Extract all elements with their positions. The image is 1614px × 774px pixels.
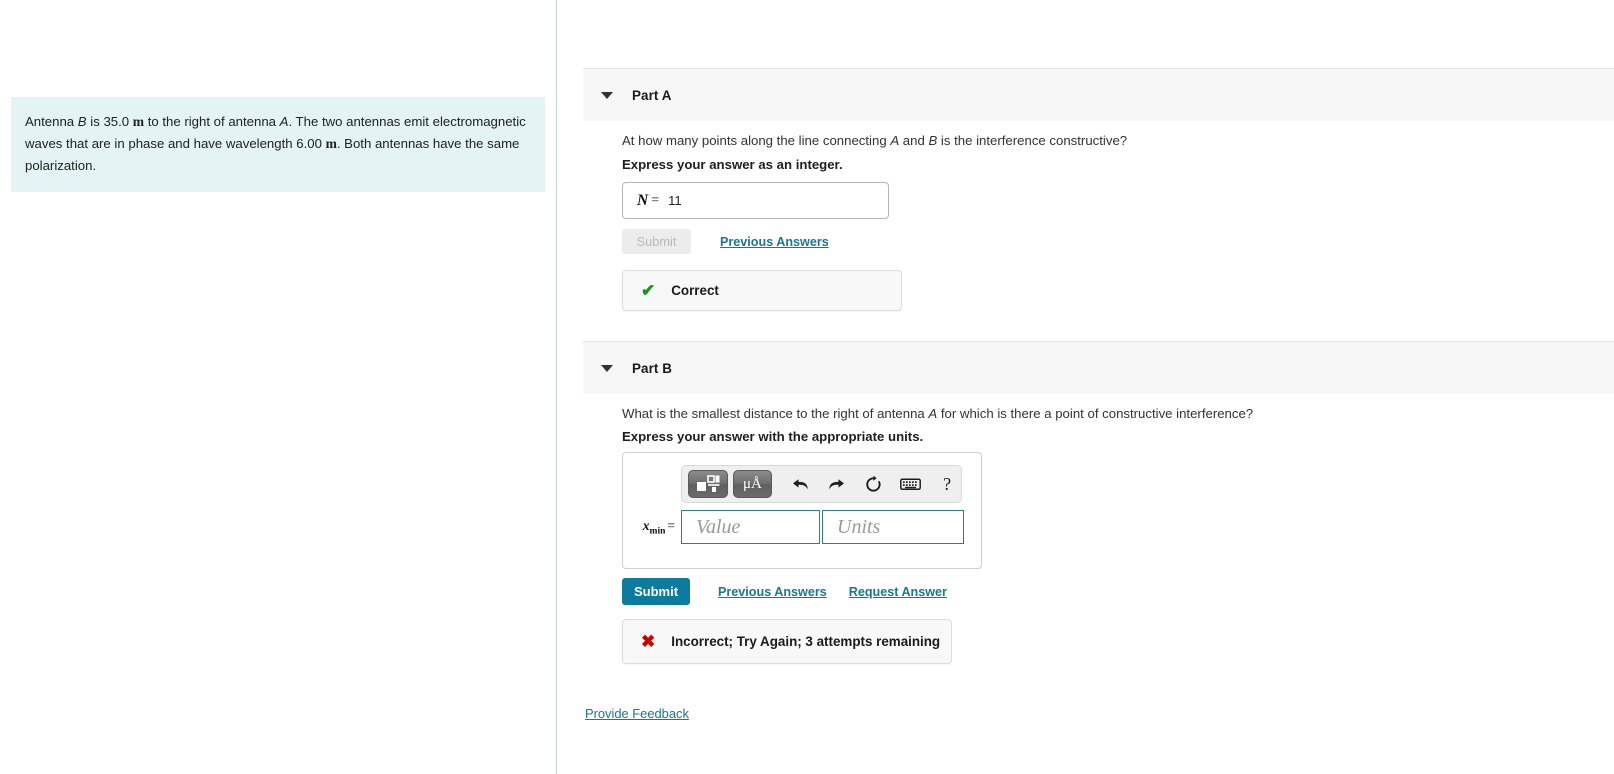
problem-statement-box: Antenna B is 35.0 m to the right of ante…: [11, 97, 545, 193]
part-b-feedback-incorrect: ✖ Incorrect; Try Again; 3 attempts remai…: [622, 619, 952, 664]
part-a-answer-input[interactable]: N = 11: [622, 182, 889, 219]
help-question-icon[interactable]: ?: [933, 471, 961, 497]
part-a-header[interactable]: Part A: [583, 68, 1614, 121]
part-a-answer-value: 11: [668, 193, 682, 208]
problem-text-1: Antenna: [25, 114, 78, 129]
reset-circular-arrow-icon[interactable]: [860, 471, 888, 497]
part-b-request-answer-link[interactable]: Request Answer: [849, 585, 947, 599]
part-b-feedback-text: Incorrect; Try Again; 3 attempts remaini…: [671, 634, 941, 649]
caret-down-icon[interactable]: [601, 91, 613, 99]
part-b-variable-label: xmin =: [623, 518, 681, 537]
part-b-submit-button[interactable]: Submit: [622, 578, 690, 605]
units-placeholder: Units: [837, 515, 881, 538]
cross-icon: ✖: [641, 632, 656, 651]
provide-feedback-link[interactable]: Provide Feedback: [585, 706, 689, 721]
problem-sidebar: Antenna B is 35.0 m to the right of ante…: [0, 0, 557, 774]
math-toolbar: μÅ ?: [681, 465, 962, 503]
undo-arrow-icon[interactable]: [786, 471, 814, 497]
answer-fields-row: xmin = Value Units: [623, 510, 981, 544]
antenna-b-label: B: [77, 114, 87, 129]
part-a-question: At how many points along the line connec…: [622, 133, 1128, 148]
units-input[interactable]: Units: [822, 510, 964, 544]
part-b-title: Part B: [632, 360, 673, 376]
part-a-feedback-correct: ✔ Correct: [622, 270, 902, 311]
part-b-question: What is the smallest distance to the rig…: [622, 406, 1254, 421]
part-b-button-row: Submit Previous Answers Request Answer: [622, 578, 947, 605]
part-b-header[interactable]: Part B: [583, 341, 1614, 394]
units-micro-angstrom-button[interactable]: μÅ: [732, 470, 773, 498]
part-a-submit-button[interactable]: Submit: [622, 229, 691, 254]
part-b-equals-sign: =: [667, 517, 675, 533]
part-a-feedback-text: Correct: [671, 283, 719, 298]
template-icon[interactable]: [688, 470, 728, 498]
caret-down-icon[interactable]: [601, 364, 613, 372]
keyboard-icon[interactable]: [896, 471, 924, 497]
part-a-title: Part A: [632, 87, 672, 103]
part-b-instruction: Express your answer with the appropriate…: [622, 429, 924, 444]
variable-x: x: [642, 517, 650, 533]
check-icon: ✔: [641, 281, 656, 300]
units-button-label: μÅ: [743, 475, 762, 492]
part-a-equals-sign: =: [651, 192, 660, 208]
part-b-previous-answers-link[interactable]: Previous Answers: [718, 585, 827, 599]
value-placeholder: Value: [696, 515, 741, 538]
template-glyph: [696, 475, 720, 492]
part-a-instruction: Express your answer as an integer.: [622, 157, 843, 172]
unit-meters-1: m: [132, 114, 145, 129]
part-a-button-row: Submit Previous Answers: [622, 229, 829, 254]
part-a-variable-label: N: [637, 191, 649, 209]
answer-panel: Part A At how many points along the line…: [558, 0, 1614, 774]
variable-subscript: min: [649, 526, 666, 537]
help-icon-label: ?: [943, 473, 952, 494]
part-a-previous-answers-link[interactable]: Previous Answers: [720, 235, 829, 249]
part-b-answer-widget: μÅ ? xmin = Value Units: [622, 452, 982, 569]
redo-arrow-icon[interactable]: [823, 471, 851, 497]
problem-text-3: to the right of antenna: [144, 114, 280, 129]
value-input[interactable]: Value: [681, 510, 820, 544]
problem-text-2: is 35.0: [86, 114, 133, 129]
unit-meters-2: m: [325, 135, 337, 151]
